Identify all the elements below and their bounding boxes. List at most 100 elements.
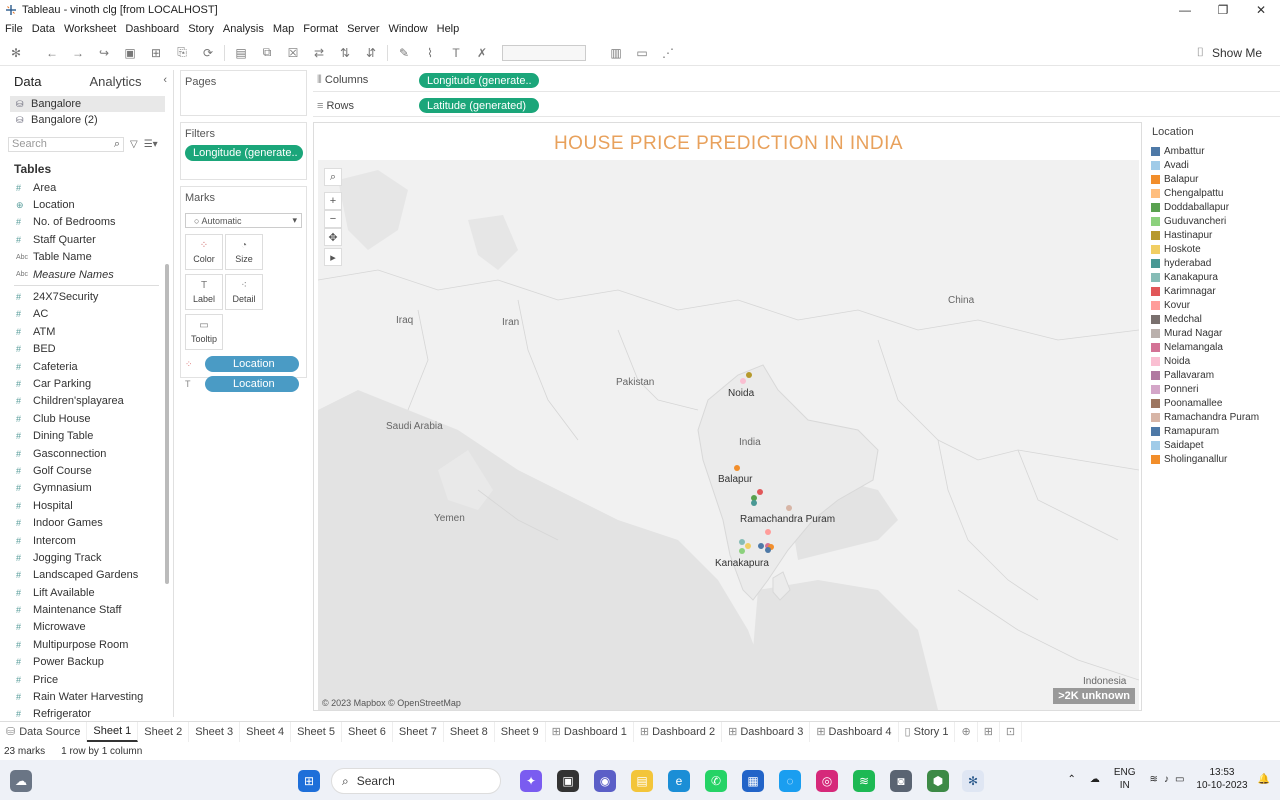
measure-field-item[interactable]: # Car Parking [0,375,173,392]
columns-pill[interactable]: Longitude (generate.. [419,73,539,88]
new-story-icon[interactable]: ⊡ [1000,721,1023,742]
location-color-pill[interactable]: Location [205,356,299,372]
legend-item[interactable]: Chengalpattu [1148,186,1276,200]
duplicate-icon[interactable]: ⧉ [257,43,277,63]
share-icon[interactable]: ⋰ [658,43,678,63]
field-item[interactable]: # No. of Bedrooms [0,214,173,231]
instagram-icon[interactable]: ◎ [816,770,838,792]
tab-dashboard-2[interactable]: ⊞ Dashboard 2 [634,721,723,742]
legend-item[interactable]: Balapur [1148,172,1276,186]
field-item[interactable]: Abc Measure Names [0,266,173,283]
notification-icon[interactable]: 🔔 [1258,774,1270,785]
legend-item[interactable]: Saidapet [1148,438,1276,452]
view-options-icon[interactable]: ☰▾ [144,139,158,150]
app-icon[interactable]: ◌ [779,770,801,792]
label-button[interactable]: T Label [185,274,223,310]
legend-item[interactable]: Guduvancheri [1148,214,1276,228]
copilot-icon[interactable]: ✦ [520,770,542,792]
legend-item[interactable]: Sholinganallur [1148,452,1276,466]
measure-field-item[interactable]: # Children'splayarea [0,393,173,410]
replay-icon[interactable]: ↪ [94,43,114,63]
clock[interactable]: 13:53 10-10-2023 [1196,766,1247,792]
pause-updates-icon[interactable]: ⎘ [172,43,192,63]
field-item[interactable]: ⊕ Location [0,196,173,213]
measure-field-item[interactable]: # Power Backup [0,654,173,671]
show-labels-icon[interactable]: T [446,43,466,63]
field-search-input[interactable]: Search ⌕ [8,136,124,152]
measure-field-item[interactable]: # Dining Table [0,427,173,444]
volume-icon[interactable]: ♪ [1164,774,1169,785]
legend-item[interactable]: Kanakapura [1148,270,1276,284]
new-dashboard-icon[interactable]: ⊞ [978,721,1000,742]
menu-worksheet[interactable]: Worksheet [64,23,116,35]
measure-field-item[interactable]: # Maintenance Staff [0,601,173,618]
app2-icon[interactable]: ⬢ [927,770,949,792]
fix-axes-icon[interactable]: ✗ [472,43,492,63]
tab-sheet-2[interactable]: Sheet 2 [138,721,190,742]
menu-window[interactable]: Window [389,23,428,35]
collapse-pane-icon[interactable]: ‹ [163,74,167,86]
cloud-icon[interactable]: ☁ [1090,774,1100,785]
tab-sheet-6[interactable]: Sheet 6 [342,721,393,742]
refresh-icon[interactable]: ⟳ [198,43,218,63]
undo-icon[interactable]: ← [42,43,62,63]
legend-item[interactable]: Avadi [1148,158,1276,172]
legend-item[interactable]: hyderabad [1148,256,1276,270]
pages-card[interactable]: Pages [180,70,307,116]
spotify-icon[interactable]: ≋ [853,770,875,792]
legend-item[interactable]: Ramapuram [1148,424,1276,438]
filter-icon[interactable]: ▽ [130,139,138,150]
tableau-logo-icon[interactable]: ✻ [6,43,26,63]
tab-analytics[interactable]: Analytics [89,74,141,89]
menu-file[interactable]: File [5,23,23,35]
location-label-pill[interactable]: Location [205,376,299,392]
menu-help[interactable]: Help [437,23,460,35]
tab-sheet-4[interactable]: Sheet 4 [240,721,292,742]
legend-item[interactable]: Hastinapur [1148,228,1276,242]
tab-sheet-8[interactable]: Sheet 8 [444,721,495,742]
tab-dashboard-3[interactable]: ⊞ Dashboard 3 [722,721,811,742]
new-worksheet-icon[interactable]: ▤ [231,43,251,63]
zoom-in-icon[interactable]: + [324,192,342,210]
map-canvas[interactable]: ⌕ + − ✥ ▸ Iraq Iran Pakistan Saudi Arabi… [318,160,1139,710]
rows-pill[interactable]: Latitude (generated) [419,98,539,113]
mark-type-dropdown[interactable]: ○ Automatic ▾ [185,213,302,228]
language-label[interactable]: ENG [1114,766,1136,779]
measure-field-item[interactable]: # Gasconnection [0,445,173,462]
legend-item[interactable]: Ramachandra Puram [1148,410,1276,424]
tab-data[interactable]: Data [14,74,41,89]
chevron-up-icon[interactable]: ⌃ [1067,774,1075,785]
measure-field-item[interactable]: # Multipurpose Room [0,636,173,653]
sort-desc-icon[interactable]: ⇵ [361,43,381,63]
tab-data-source[interactable]: ⛁ Data Source [0,721,88,742]
measure-field-item[interactable]: # Gymnasium [0,480,173,497]
legend-item[interactable]: Karimnagar [1148,284,1276,298]
maximize-button[interactable]: ❐ [1204,0,1242,20]
measure-field-item[interactable]: # Microwave [0,619,173,636]
measure-field-item[interactable]: # Price [0,671,173,688]
legend-item[interactable]: Doddaballapur [1148,200,1276,214]
tab-sheet-9[interactable]: Sheet 9 [495,721,546,742]
measure-field-item[interactable]: #24X7Security [0,288,173,305]
legend-item[interactable]: Hoskote [1148,242,1276,256]
task-view-icon[interactable]: ▣ [557,770,579,792]
clear-sheet-icon[interactable]: ☒ [283,43,303,63]
filter-pill[interactable]: Longitude (generate.. [185,145,303,161]
redo-icon[interactable]: → [68,43,88,63]
detail-button[interactable]: ⁖ Detail [225,274,263,310]
tab-sheet-5[interactable]: Sheet 5 [291,721,342,742]
legend-item[interactable]: Kovur [1148,298,1276,312]
region-label[interactable]: IN [1114,779,1136,792]
menu-format[interactable]: Format [303,23,338,35]
field-item[interactable]: # Area [0,179,173,196]
new-worksheet-icon[interactable]: ⊕ [955,721,978,742]
legend-item[interactable]: Ambattur [1148,144,1276,158]
tableau-taskbar-icon[interactable]: ✻ [962,770,984,792]
measure-field-item[interactable]: # Cafeteria [0,358,173,375]
edge-icon[interactable]: e [668,770,690,792]
file-explorer-icon[interactable]: ▤ [631,770,653,792]
sort-asc-icon[interactable]: ⇅ [335,43,355,63]
minimize-button[interactable]: — [1166,0,1204,20]
menu-server[interactable]: Server [347,23,379,35]
cards-icon[interactable]: ▥ [606,43,626,63]
